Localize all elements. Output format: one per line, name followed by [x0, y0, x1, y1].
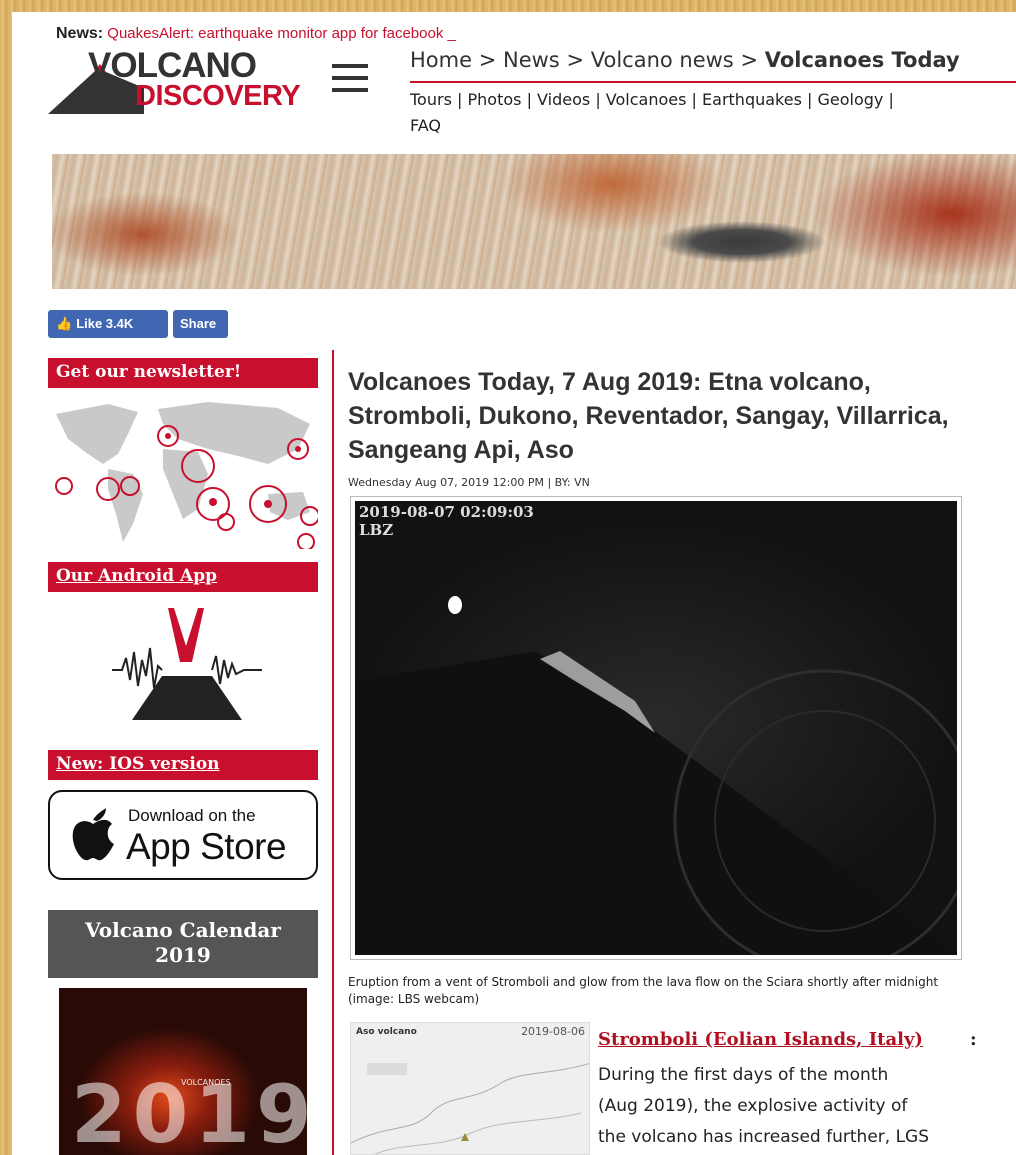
heading-colon: :: [970, 1029, 977, 1050]
nav-separator: |: [595, 90, 601, 109]
android-app-icon[interactable]: [112, 608, 262, 726]
world-map-image[interactable]: [48, 394, 320, 551]
webcam-image[interactable]: 2019-08-07 02:09:03 LBZ: [350, 496, 962, 960]
image-caption: Eruption from a vent of Stromboli and gl…: [348, 975, 939, 1006]
apple-icon: [72, 808, 114, 861]
breadcrumb: Home > News > Volcano news > Volcanoes T…: [410, 48, 960, 72]
webcam-station: LBZ: [359, 521, 394, 539]
breadcrumb-news[interactable]: News: [503, 48, 560, 72]
breadcrumb-separator: >: [740, 48, 759, 72]
calendar-heading-line2: 2019: [155, 943, 211, 967]
nav-geology[interactable]: Geology: [818, 90, 884, 109]
nav-volcanoes[interactable]: Volcanoes: [606, 90, 687, 109]
facebook-share-button[interactable]: Share: [173, 310, 228, 338]
breadcrumb-volcano-news[interactable]: Volcano news: [591, 48, 734, 72]
newsletter-heading: Get our newsletter!: [48, 358, 318, 388]
calendar-heading-line1: Volcano Calendar: [85, 918, 281, 942]
logo-text-volcano: VOLCANO: [88, 46, 257, 85]
webcam-timestamp: 2019-08-07 02:09:03 LBZ: [359, 503, 534, 539]
article-title: Volcanoes Today, 7 Aug 2019: Etna volcan…: [348, 368, 949, 464]
top-nav: Tours | Photos | Videos | Volcanoes | Ea…: [410, 87, 1016, 139]
calendar-cover-image[interactable]: 2019 VOLCANOES: [59, 988, 307, 1155]
nav-videos[interactable]: Videos: [537, 90, 590, 109]
body-line: (Aug 2019), the explosive activity of: [598, 1096, 908, 1116]
news-label: News:: [56, 25, 104, 42]
calendar-heading: Volcano Calendar 2019: [48, 910, 318, 978]
breadcrumb-separator: >: [566, 48, 585, 72]
article-body: During the first days of the month (Aug …: [598, 1060, 1016, 1153]
app-store-small-text: Download on the: [128, 806, 256, 825]
stromboli-heading-link[interactable]: Stromboli (Eolian Islands, Italy): [598, 1029, 923, 1050]
column-divider: [332, 350, 334, 1155]
thumbs-up-icon: 👍: [56, 316, 73, 331]
news-headline-link[interactable]: QuakesAlert: earthquake monitor app for …: [107, 25, 456, 42]
nav-separator: |: [691, 90, 697, 109]
breadcrumb-separator: >: [478, 48, 497, 72]
nav-photos[interactable]: Photos: [467, 90, 521, 109]
app-store-big-text: App Store: [126, 826, 287, 867]
app-store-badge[interactable]: Download on the App Store: [48, 790, 318, 880]
ios-version-link[interactable]: New: IOS version: [48, 750, 318, 780]
nav-separator: |: [457, 90, 463, 109]
nav-separator: |: [526, 90, 532, 109]
article-meta: Wednesday Aug 07, 2019 12:00 PM | BY: VN: [348, 476, 590, 489]
calendar-small-text: VOLCANOES: [181, 1078, 231, 1087]
site-logo[interactable]: VOLCANO DISCOVERY: [48, 46, 328, 116]
logo-text-discovery: DISCOVERY: [135, 80, 301, 112]
android-app-link[interactable]: Our Android App: [48, 562, 318, 592]
news-ticker[interactable]: News: QuakesAlert: earthquake monitor ap…: [56, 25, 456, 43]
webcam-datetime: 2019-08-07 02:09:03: [359, 503, 534, 521]
nav-separator: |: [807, 90, 813, 109]
breadcrumb-current: Volcanoes Today: [764, 48, 960, 72]
body-line: During the first days of the month: [598, 1065, 889, 1085]
body-line: the volcano has increased further, LGS: [598, 1127, 930, 1147]
aso-thumbnail-image[interactable]: Aso volcano 2019-08-06: [350, 1022, 590, 1155]
nav-faq[interactable]: FAQ: [410, 116, 441, 135]
header-divider: [410, 81, 1016, 83]
page: News: QuakesAlert: earthquake monitor ap…: [12, 12, 1016, 1155]
nav-separator: |: [888, 90, 894, 109]
menu-icon[interactable]: [332, 64, 368, 94]
breadcrumb-home[interactable]: Home: [410, 48, 472, 72]
facebook-like-button[interactable]: 👍 Like 3.4K: [48, 310, 168, 338]
nav-earthquakes[interactable]: Earthquakes: [702, 90, 802, 109]
like-label: Like 3.4K: [76, 316, 134, 331]
nav-tours[interactable]: Tours: [410, 90, 452, 109]
header-banner-image: [52, 154, 1016, 289]
